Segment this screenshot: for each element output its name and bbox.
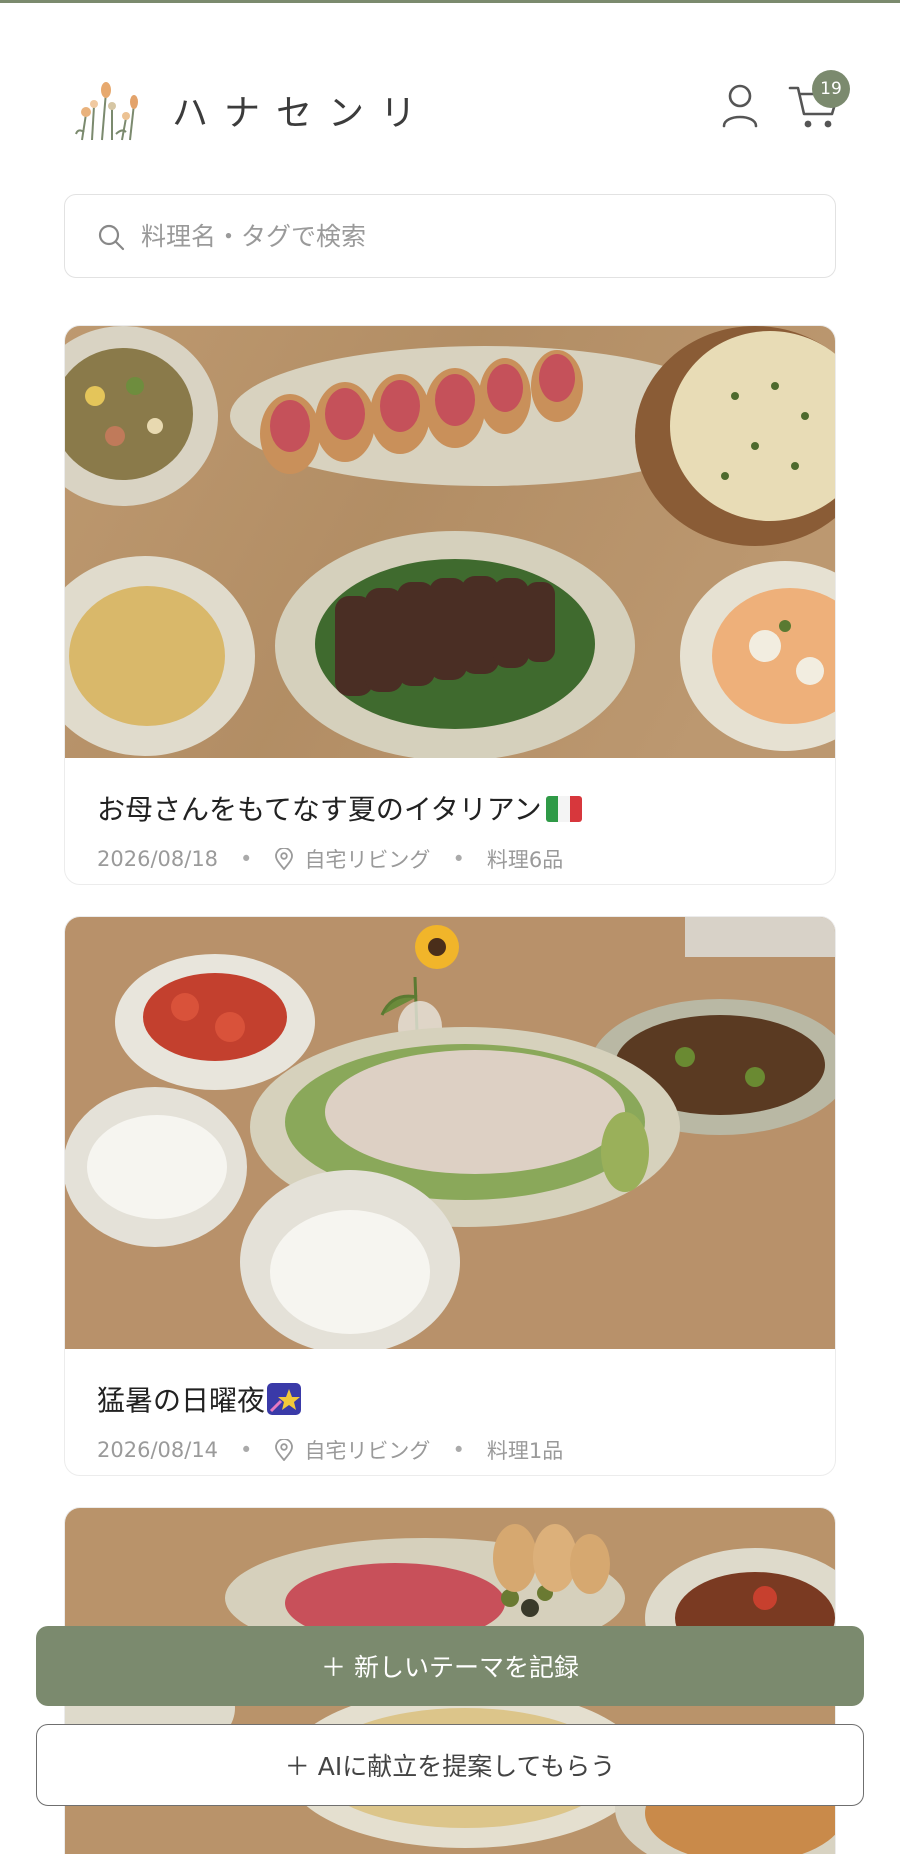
card-meta: 2026/08/18 • 自宅リビング • 料理6品	[97, 844, 563, 874]
meta-separator: •	[452, 1438, 465, 1462]
italian-flag-icon	[545, 796, 582, 822]
ai-suggest-button[interactable]: ＋ AIに献立を提案してもらう	[36, 1724, 864, 1806]
card-photo-italian-dishes[interactable]	[65, 326, 836, 758]
card-location: 自宅リビング	[304, 1439, 431, 1463]
new-theme-button[interactable]: ＋ 新しいテーマを記録	[36, 1626, 864, 1706]
location-pin-icon	[275, 1439, 294, 1461]
meta-separator: •	[452, 847, 465, 871]
menu-card[interactable]: お母さんをもてなす夏のイタリアン 2026/08/18 • 自宅リビング • 料…	[64, 325, 836, 885]
meta-separator: •	[240, 847, 253, 871]
card-dish-count: 料理1品	[486, 1439, 564, 1463]
card-photo-sunday-dinner[interactable]	[65, 917, 836, 1349]
card-date: 2026/08/18	[97, 847, 219, 871]
card-dish-count: 料理6品	[486, 848, 564, 872]
card-title-text: お母さんをもてなす夏のイタリアン	[97, 793, 542, 826]
meta-separator: •	[240, 1438, 253, 1462]
app-header: ハナセンリ 19	[0, 60, 900, 150]
search-input[interactable]	[141, 195, 801, 277]
cart-count-badge: 19	[812, 70, 850, 108]
card-date: 2026/08/14	[97, 1438, 219, 1462]
location-pin-icon	[275, 848, 294, 870]
card-title: 猛暑の日曜夜	[97, 1379, 302, 1419]
card-location: 自宅リビング	[304, 848, 431, 872]
card-title: お母さんをもてなす夏のイタリアン	[97, 788, 582, 828]
user-icon[interactable]	[720, 82, 760, 128]
card-meta: 2026/08/14 • 自宅リビング • 料理1品	[97, 1435, 563, 1465]
flower-logo-icon[interactable]	[68, 78, 148, 144]
card-title-text: 猛暑の日曜夜	[97, 1384, 266, 1417]
search-box	[64, 194, 836, 278]
search-icon	[98, 224, 125, 251]
shooting-star-icon	[267, 1383, 302, 1415]
top-accent-line	[0, 0, 900, 3]
menu-card[interactable]: 猛暑の日曜夜 2026/08/14 • 自宅リビング • 料理1品	[64, 916, 836, 1476]
brand-name[interactable]: ハナセンリ	[172, 84, 432, 136]
